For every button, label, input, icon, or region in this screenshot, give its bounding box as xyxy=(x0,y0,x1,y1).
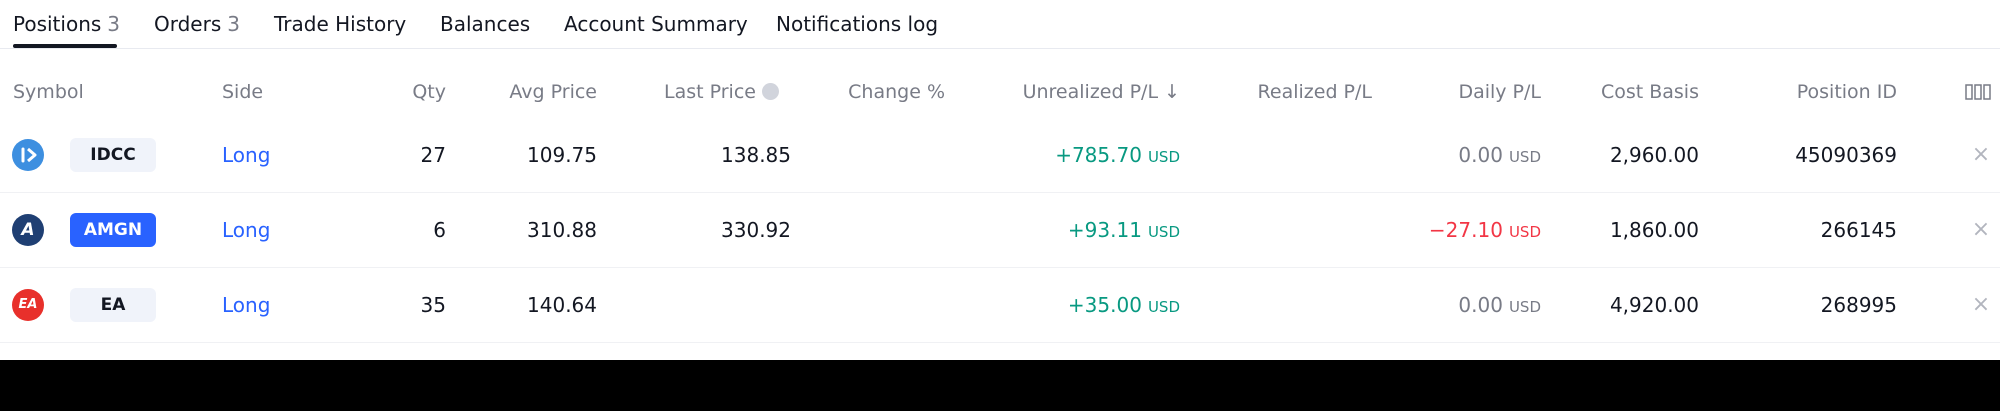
daily-pl-unit: USD xyxy=(1508,298,1541,316)
last-price-cell: 330.92 xyxy=(721,218,791,242)
tab-positions-count: 3 xyxy=(107,12,121,36)
position-id-cell: 266145 xyxy=(1820,218,1897,242)
idcc-logo-icon xyxy=(21,147,37,163)
column-header-side[interactable]: Side xyxy=(222,78,263,106)
unrealized-pl-unit: USD xyxy=(1147,223,1180,241)
avg-price-cell: 109.75 xyxy=(527,143,597,167)
unrealized-pl-unit: USD xyxy=(1147,148,1180,166)
daily-pl-unit: USD xyxy=(1508,223,1541,241)
tab-orders[interactable]: Orders 3 xyxy=(154,10,240,38)
positions-panel: Positions 3 Orders 3 Trade History Balance… xyxy=(0,0,2000,360)
qty-cell: 35 xyxy=(420,293,446,317)
tab-account-summary-label: Account Summary xyxy=(564,12,748,36)
avg-price-cell: 140.64 xyxy=(527,293,597,317)
unrealized-pl-cell: +93.11 USD xyxy=(980,193,1180,267)
table-row[interactable]: IDCC Long 27 109.75 138.85 +785.70 USD 0.… xyxy=(0,118,2000,193)
unrealized-pl-cell: +35.00 USD xyxy=(980,268,1180,342)
columns-settings-icon[interactable] xyxy=(1965,84,1991,100)
table-header: Symbol Side Qty Avg Price Last Price Cha… xyxy=(0,68,2000,118)
unrealized-pl-unit: USD xyxy=(1147,298,1180,316)
column-header-change-pct[interactable]: Change % xyxy=(800,78,945,106)
unrealized-pl-value: +35.00 xyxy=(1067,293,1142,317)
symbol-logo-idcc xyxy=(12,139,44,171)
position-id-cell: 268995 xyxy=(1820,293,1897,317)
tab-balances-label: Balances xyxy=(440,12,531,36)
last-price-cell: 138.85 xyxy=(721,143,791,167)
tab-notifications-log-label: Notifications log xyxy=(776,12,939,36)
column-header-cost-basis[interactable]: Cost Basis xyxy=(1560,78,1699,106)
info-icon[interactable] xyxy=(761,83,779,100)
column-header-avg-price[interactable]: Avg Price xyxy=(460,78,597,106)
unrealized-pl-value: +785.70 xyxy=(1055,143,1142,167)
tabs-divider xyxy=(0,48,2000,49)
symbol-logo-ea: EA xyxy=(12,289,44,321)
tab-orders-count: 3 xyxy=(227,12,240,36)
table-row[interactable]: EA EA Long 35 140.64 +35.00 USD 0.00 USD 4… xyxy=(0,268,2000,343)
position-id-cell: 45090369 xyxy=(1795,143,1897,167)
side-cell[interactable]: Long xyxy=(222,268,270,342)
daily-pl-value: 0.00 xyxy=(1458,143,1503,167)
table-row[interactable]: A AMGN Long 6 310.88 330.92 +93.11 USD −2… xyxy=(0,193,2000,268)
amgn-logo-text: A xyxy=(21,220,35,240)
symbol-badge[interactable]: EA xyxy=(70,288,156,322)
daily-pl-cell: −27.10 USD xyxy=(1380,193,1541,267)
symbol-badge[interactable]: IDCC xyxy=(70,138,156,172)
tab-trade-history-label: Trade History xyxy=(274,12,407,36)
cost-basis-cell: 2,960.00 xyxy=(1609,143,1699,167)
tab-balances[interactable]: Balances xyxy=(440,10,530,38)
column-header-last-price-label: Last Price xyxy=(664,81,756,103)
column-header-unrealized-pl[interactable]: Unrealized P/L ↓ xyxy=(980,78,1180,106)
symbol-logo-amgn: A xyxy=(12,214,44,246)
qty-cell: 6 xyxy=(433,218,446,242)
daily-pl-value: −27.10 xyxy=(1428,218,1503,242)
tab-notifications-log[interactable]: Notifications log xyxy=(776,10,938,38)
side-cell[interactable]: Long xyxy=(222,118,270,192)
tab-orders-label: Orders xyxy=(154,12,222,36)
daily-pl-cell: 0.00 USD xyxy=(1380,118,1541,192)
cost-basis-cell: 4,920.00 xyxy=(1609,293,1699,317)
ea-logo-text: EA xyxy=(18,297,38,312)
close-position-icon[interactable]: × xyxy=(1968,118,1994,192)
bottom-tabs: Positions 3 Orders 3 Trade History Balance… xyxy=(0,0,2000,48)
column-header-qty[interactable]: Qty xyxy=(370,78,446,106)
daily-pl-unit: USD xyxy=(1508,148,1541,166)
qty-cell: 27 xyxy=(420,143,446,167)
daily-pl-value: 0.00 xyxy=(1458,293,1503,317)
column-header-daily-pl[interactable]: Daily P/L xyxy=(1380,78,1541,106)
avg-price-cell: 310.88 xyxy=(527,218,597,242)
unrealized-pl-cell: +785.70 USD xyxy=(980,118,1180,192)
tab-account-summary[interactable]: Account Summary xyxy=(564,10,748,38)
tab-positions-label: Positions xyxy=(13,12,102,36)
cost-basis-cell: 1,860.00 xyxy=(1609,218,1699,242)
side-cell[interactable]: Long xyxy=(222,193,270,267)
column-header-last-price[interactable]: Last Price xyxy=(664,78,779,106)
symbol-badge-selected[interactable]: AMGN xyxy=(70,213,156,247)
column-header-symbol[interactable]: Symbol xyxy=(13,78,84,106)
column-header-position-id[interactable]: Position ID xyxy=(1740,78,1897,106)
tab-positions[interactable]: Positions 3 xyxy=(13,10,120,38)
close-position-icon[interactable]: × xyxy=(1968,268,1994,342)
last-price-cell xyxy=(640,268,791,342)
column-header-realized-pl[interactable]: Realized P/L xyxy=(1200,78,1372,106)
close-position-icon[interactable]: × xyxy=(1968,193,1994,267)
tab-trade-history[interactable]: Trade History xyxy=(274,10,406,38)
unrealized-pl-value: +93.11 xyxy=(1067,218,1142,242)
daily-pl-cell: 0.00 USD xyxy=(1380,268,1541,342)
